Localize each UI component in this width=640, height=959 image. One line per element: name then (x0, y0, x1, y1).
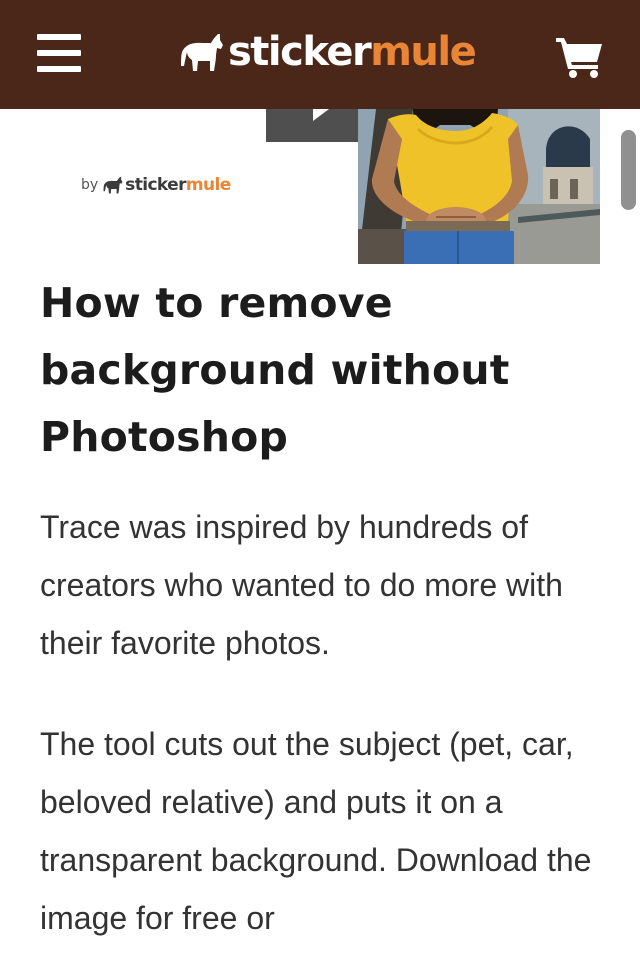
byline-prefix: by (81, 177, 99, 193)
article-title: How to remove background without Photosh… (40, 279, 510, 461)
video-hero-banner: by stickermule (0, 109, 640, 264)
byline: by stickermule (81, 175, 231, 195)
hamburger-menu-icon[interactable] (37, 34, 81, 72)
hero-photo (358, 109, 600, 264)
article-paragraph: Trace was inspired by hundreds of creato… (40, 509, 563, 661)
article-paragraph: The tool cuts out the subject (pet, car,… (40, 726, 592, 936)
byline-word-sticker: sticker (125, 175, 186, 195)
byline-word-mule: mule (185, 175, 231, 195)
logo-word-mule: mule (370, 29, 477, 75)
site-logo[interactable]: stickermule (180, 24, 477, 80)
logo-word-sticker: sticker (228, 29, 372, 75)
shopping-cart-icon[interactable] (556, 36, 604, 78)
scrollbar-thumb[interactable] (621, 130, 636, 210)
play-icon (313, 109, 329, 121)
mule-logo-icon (181, 34, 223, 71)
top-nav-bar: stickermule (0, 0, 640, 109)
mule-logo-icon (103, 176, 123, 194)
